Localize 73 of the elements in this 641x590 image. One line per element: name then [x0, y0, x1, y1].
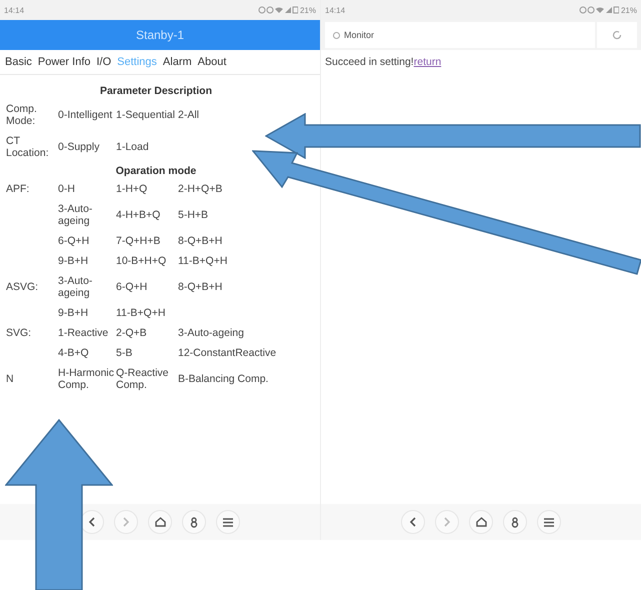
- table-cell: 3-Auto-ageing: [178, 327, 244, 339]
- status-time: 14:14: [325, 6, 346, 14]
- row-label: N: [6, 373, 14, 385]
- chevron-right-icon: [122, 517, 130, 527]
- battery-level: 21%: [620, 6, 637, 14]
- row-label: APF:: [6, 183, 30, 195]
- table-cell: 0-H: [58, 183, 75, 195]
- table-cell: 4-B+Q: [58, 347, 89, 359]
- table-cell: Q-Reactive Comp.: [116, 367, 169, 391]
- row-label: CT Location:: [6, 135, 49, 159]
- table-cell: 9-B+H: [58, 255, 88, 267]
- back-button[interactable]: [401, 510, 425, 534]
- refresh-icon: [612, 30, 622, 40]
- address-value: Monitor: [344, 30, 374, 40]
- table-cell: 3-Auto-ageing: [58, 203, 92, 227]
- home-button[interactable]: [469, 510, 493, 534]
- status-icons: [578, 6, 619, 14]
- table-cell: B-Balancing Comp.: [178, 373, 268, 385]
- table-cell: 1-Sequential: [116, 109, 175, 121]
- table-cell: 2-H+Q+B: [178, 183, 222, 195]
- table-cell: 3-Auto-ageing: [58, 275, 92, 299]
- tab[interactable]: Power Info: [34, 56, 94, 68]
- status-icons: [258, 6, 298, 14]
- table-cell: 1-H+Q: [116, 183, 148, 195]
- table-cell: 2-Q+B: [116, 327, 147, 339]
- menu-button[interactable]: [537, 510, 561, 534]
- success-message: Succeed in setting!return: [325, 56, 442, 68]
- section-title: Parameter Description: [98, 85, 214, 97]
- section-title: Oparation mode: [114, 165, 198, 177]
- table-cell: 8-Q+B+H: [178, 281, 222, 293]
- table-cell: 0-Intelligent: [58, 109, 112, 121]
- return-link[interactable]: return: [414, 56, 442, 68]
- figure-eight-icon: [511, 516, 519, 528]
- home-icon: [154, 517, 166, 527]
- table-cell: 5-H+B: [178, 209, 208, 221]
- tab[interactable]: About: [194, 56, 230, 68]
- tab[interactable]: Basic: [2, 56, 35, 68]
- table-cell: 7-Q+H+B: [116, 235, 160, 247]
- table-cell: 6-Q+H: [116, 281, 148, 293]
- table-cell: 12-ConstantReactive: [178, 347, 276, 359]
- row-label: Comp. Mode:: [6, 103, 37, 127]
- row-label: ASVG:: [6, 281, 38, 293]
- table-cell: 11-B+Q+H: [116, 307, 166, 319]
- table-cell: 10-B+H+Q: [116, 255, 166, 267]
- table-cell: 4-H+B+Q: [116, 209, 160, 221]
- table-cell: 6-Q+H: [58, 235, 90, 247]
- table-cell: H-Harmonic Comp.: [58, 367, 114, 391]
- address-field[interactable]: Monitor: [325, 22, 595, 48]
- chevron-left-icon: [409, 517, 417, 527]
- table-cell: 0-Supply: [58, 141, 100, 153]
- menu-button[interactable]: [216, 510, 240, 534]
- header-title: Stanby-1: [136, 28, 184, 42]
- chevron-right-icon: [443, 517, 451, 527]
- menu-icon: [544, 518, 554, 526]
- table-cell: 2-All: [178, 109, 200, 121]
- table-cell: 5-B: [116, 347, 132, 359]
- figure-eight-icon: [190, 516, 198, 528]
- lock-button[interactable]: [182, 510, 206, 534]
- battery-level: 21%: [300, 6, 316, 14]
- table-cell: 9-B+H: [58, 307, 88, 319]
- lock-button[interactable]: [503, 510, 527, 534]
- home-button[interactable]: [148, 510, 172, 534]
- tab[interactable]: I/O: [94, 56, 114, 68]
- table-cell: 8-Q+B+H: [178, 235, 222, 247]
- tab[interactable]: Alarm: [160, 56, 195, 68]
- home-icon: [476, 517, 486, 527]
- menu-icon: [223, 518, 233, 526]
- row-label: SVG:: [6, 327, 32, 339]
- chevron-left-icon: [88, 517, 96, 527]
- table-cell: 1-Reactive: [58, 327, 108, 339]
- status-time: 14:14: [4, 6, 24, 14]
- table-cell: 1-Load: [116, 141, 149, 153]
- table-cell: 11-B+Q+H: [178, 255, 228, 267]
